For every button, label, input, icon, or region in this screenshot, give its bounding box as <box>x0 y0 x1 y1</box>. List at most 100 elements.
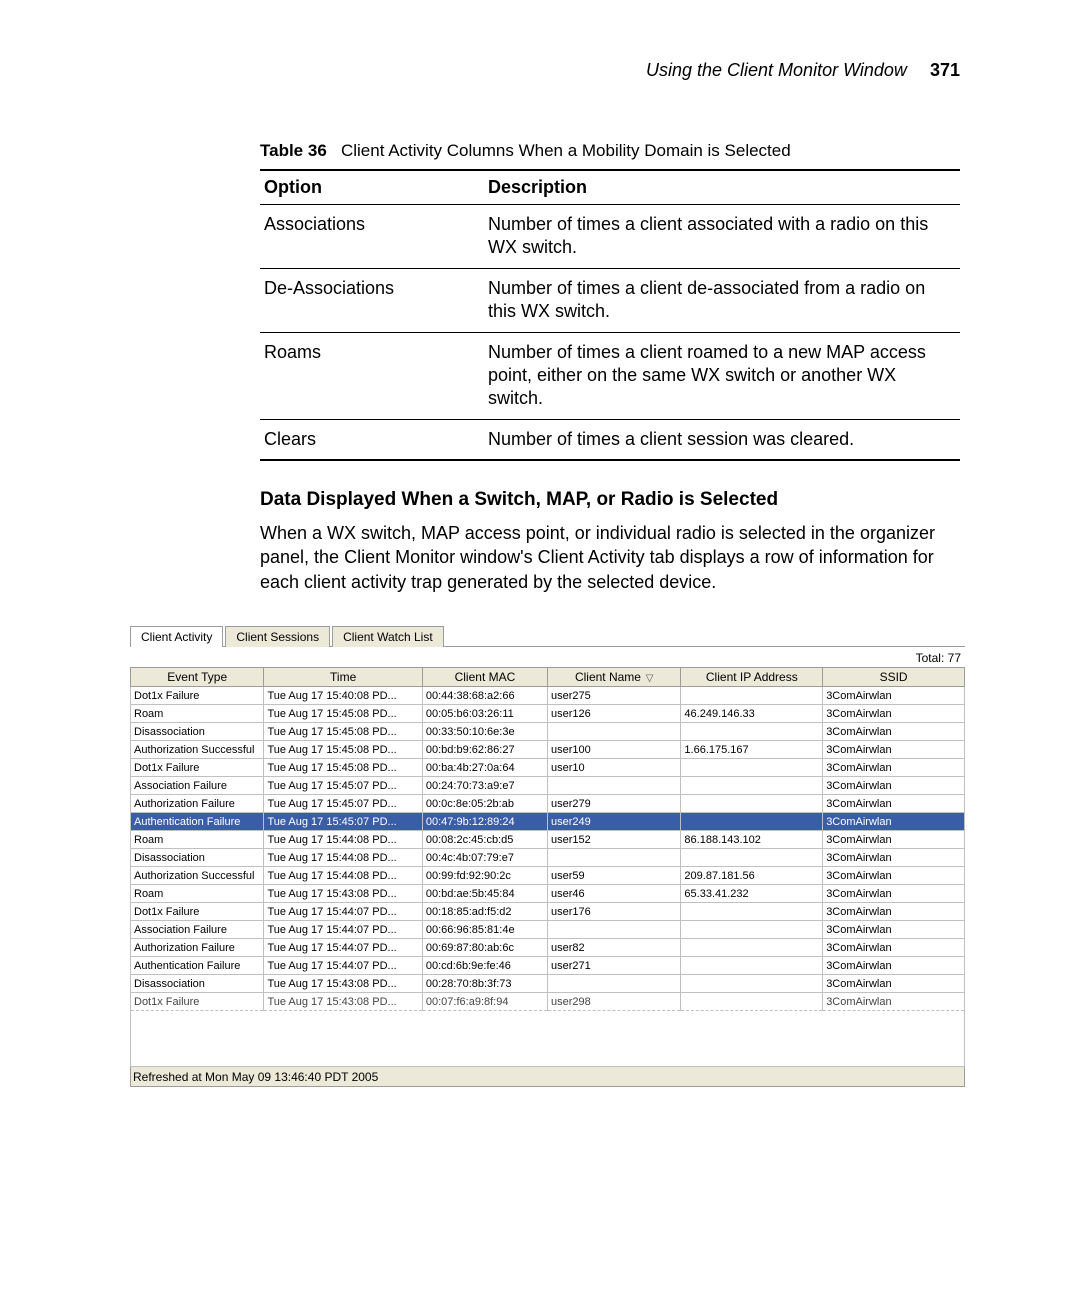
running-header: Using the Client Monitor Window 371 <box>140 60 960 81</box>
cell-ssid: 3ComAirwlan <box>823 777 965 795</box>
cell-event: Dot1x Failure <box>131 759 264 777</box>
cell-ssid: 3ComAirwlan <box>823 759 965 777</box>
cell-event: Disassociation <box>131 723 264 741</box>
cell-event: Roam <box>131 885 264 903</box>
table-row[interactable]: DisassociationTue Aug 17 15:43:08 PD...0… <box>131 975 965 993</box>
cell-mac: 00:69:87:80:ab:6c <box>422 939 547 957</box>
cell-mac: 00:cd:6b:9e:fe:46 <box>422 957 547 975</box>
column-header-time[interactable]: Time <box>264 668 422 687</box>
cell-time: Tue Aug 17 15:45:08 PD... <box>264 741 422 759</box>
table-caption-bold: Table 36 <box>260 141 327 160</box>
table-row[interactable]: RoamTue Aug 17 15:43:08 PD...00:bd:ae:5b… <box>131 885 965 903</box>
table-row[interactable]: Association FailureTue Aug 17 15:45:07 P… <box>131 777 965 795</box>
tab-client-activity[interactable]: Client Activity <box>130 626 223 647</box>
client-monitor-screenshot: Client ActivityClient SessionsClient Wat… <box>130 624 965 1087</box>
page-number: 371 <box>930 60 960 80</box>
cell-ip <box>681 795 823 813</box>
cell-name <box>547 975 680 993</box>
client-activity-table: Event TypeTimeClient MACClient Name ▽Cli… <box>130 667 965 1011</box>
cell-mac: 00:05:b6:03:26:11 <box>422 705 547 723</box>
cell-name: user271 <box>547 957 680 975</box>
running-header-title: Using the Client Monitor Window <box>646 60 907 80</box>
section-paragraph: When a WX switch, MAP access point, or i… <box>260 521 960 594</box>
table-row[interactable]: Authentication FailureTue Aug 17 15:45:0… <box>131 813 965 831</box>
cell-name <box>547 849 680 867</box>
sort-indicator-icon: ▽ <box>643 673 653 684</box>
total-count: Total: 77 <box>130 646 965 667</box>
table-row[interactable]: Dot1x FailureTue Aug 17 15:40:08 PD...00… <box>131 687 965 705</box>
table-row[interactable]: DisassociationTue Aug 17 15:44:08 PD...0… <box>131 849 965 867</box>
cell-event: Authentication Failure <box>131 957 264 975</box>
cell-name: user152 <box>547 831 680 849</box>
cell-ssid: 3ComAirwlan <box>823 939 965 957</box>
column-header-client-ip-address[interactable]: Client IP Address <box>681 668 823 687</box>
table-row[interactable]: Association FailureTue Aug 17 15:44:07 P… <box>131 921 965 939</box>
cell-ip <box>681 957 823 975</box>
cell-name: user100 <box>547 741 680 759</box>
table-row[interactable]: Authorization FailureTue Aug 17 15:45:07… <box>131 795 965 813</box>
cell-event: Disassociation <box>131 849 264 867</box>
cell-mac: 00:0c:8e:05:2b:ab <box>422 795 547 813</box>
table-row[interactable]: Dot1x FailureTue Aug 17 15:43:08 PD...00… <box>131 993 965 1011</box>
cell-ip: 86.188.143.102 <box>681 831 823 849</box>
cell-mac: 00:24:70:73:a9:e7 <box>422 777 547 795</box>
cell-event: Dot1x Failure <box>131 687 264 705</box>
table-row[interactable]: RoamTue Aug 17 15:45:08 PD...00:05:b6:03… <box>131 705 965 723</box>
cell-mac: 00:bd:b9:62:86:27 <box>422 741 547 759</box>
cell-event: Disassociation <box>131 975 264 993</box>
cell-ip <box>681 993 823 1011</box>
cell-mac: 00:44:38:68:a2:66 <box>422 687 547 705</box>
cell-name: user249 <box>547 813 680 831</box>
cell-mac: 00:28:70:8b:3f:73 <box>422 975 547 993</box>
cell-time: Tue Aug 17 15:45:08 PD... <box>264 705 422 723</box>
doc-table: Option Description AssociationsNumber of… <box>260 169 960 461</box>
cell-ssid: 3ComAirwlan <box>823 831 965 849</box>
cell-ip: 46.249.146.33 <box>681 705 823 723</box>
doc-table-description: Number of times a client de-associated f… <box>484 268 960 332</box>
column-header-client-name[interactable]: Client Name ▽ <box>547 668 680 687</box>
cell-ssid: 3ComAirwlan <box>823 921 965 939</box>
cell-name: user279 <box>547 795 680 813</box>
cell-ip <box>681 849 823 867</box>
doc-table-option: Associations <box>260 205 484 269</box>
table-row[interactable]: RoamTue Aug 17 15:44:08 PD...00:08:2c:45… <box>131 831 965 849</box>
cell-time: Tue Aug 17 15:44:08 PD... <box>264 849 422 867</box>
cell-mac: 00:ba:4b:27:0a:64 <box>422 759 547 777</box>
cell-time: Tue Aug 17 15:43:08 PD... <box>264 885 422 903</box>
column-header-ssid[interactable]: SSID <box>823 668 965 687</box>
tab-client-watch-list[interactable]: Client Watch List <box>332 626 444 647</box>
cell-ssid: 3ComAirwlan <box>823 849 965 867</box>
table-row[interactable]: Authorization SuccessfulTue Aug 17 15:45… <box>131 741 965 759</box>
cell-mac: 00:99:fd:92:90:2c <box>422 867 547 885</box>
cell-mac: 00:18:85:ad:f5:d2 <box>422 903 547 921</box>
tab-row: Client ActivityClient SessionsClient Wat… <box>130 624 965 646</box>
cell-event: Authorization Failure <box>131 795 264 813</box>
cell-time: Tue Aug 17 15:40:08 PD... <box>264 687 422 705</box>
table-row[interactable]: Authorization SuccessfulTue Aug 17 15:44… <box>131 867 965 885</box>
cell-ip: 209.87.181.56 <box>681 867 823 885</box>
doc-table-option: Clears <box>260 419 484 460</box>
table-row[interactable]: Dot1x FailureTue Aug 17 15:45:08 PD...00… <box>131 759 965 777</box>
cell-ip <box>681 759 823 777</box>
cell-ssid: 3ComAirwlan <box>823 687 965 705</box>
cell-time: Tue Aug 17 15:45:07 PD... <box>264 777 422 795</box>
cell-event: Roam <box>131 705 264 723</box>
doc-table-option: De-Associations <box>260 268 484 332</box>
cell-ip <box>681 939 823 957</box>
table-row[interactable]: Authorization FailureTue Aug 17 15:44:07… <box>131 939 965 957</box>
cell-event: Authorization Successful <box>131 741 264 759</box>
doc-table-option: Roams <box>260 332 484 419</box>
section-heading: Data Displayed When a Switch, MAP, or Ra… <box>260 489 960 511</box>
cell-mac: 00:bd:ae:5b:45:84 <box>422 885 547 903</box>
cell-ip <box>681 903 823 921</box>
cell-ssid: 3ComAirwlan <box>823 795 965 813</box>
column-header-event-type[interactable]: Event Type <box>131 668 264 687</box>
table-row[interactable]: DisassociationTue Aug 17 15:45:08 PD...0… <box>131 723 965 741</box>
cell-mac: 00:47:9b:12:89:24 <box>422 813 547 831</box>
table-row[interactable]: Dot1x FailureTue Aug 17 15:44:07 PD...00… <box>131 903 965 921</box>
column-header-client-mac[interactable]: Client MAC <box>422 668 547 687</box>
tab-client-sessions[interactable]: Client Sessions <box>225 626 330 647</box>
blank-scroll-area <box>130 1011 965 1067</box>
cell-mac: 00:4c:4b:07:79:e7 <box>422 849 547 867</box>
table-row[interactable]: Authentication FailureTue Aug 17 15:44:0… <box>131 957 965 975</box>
